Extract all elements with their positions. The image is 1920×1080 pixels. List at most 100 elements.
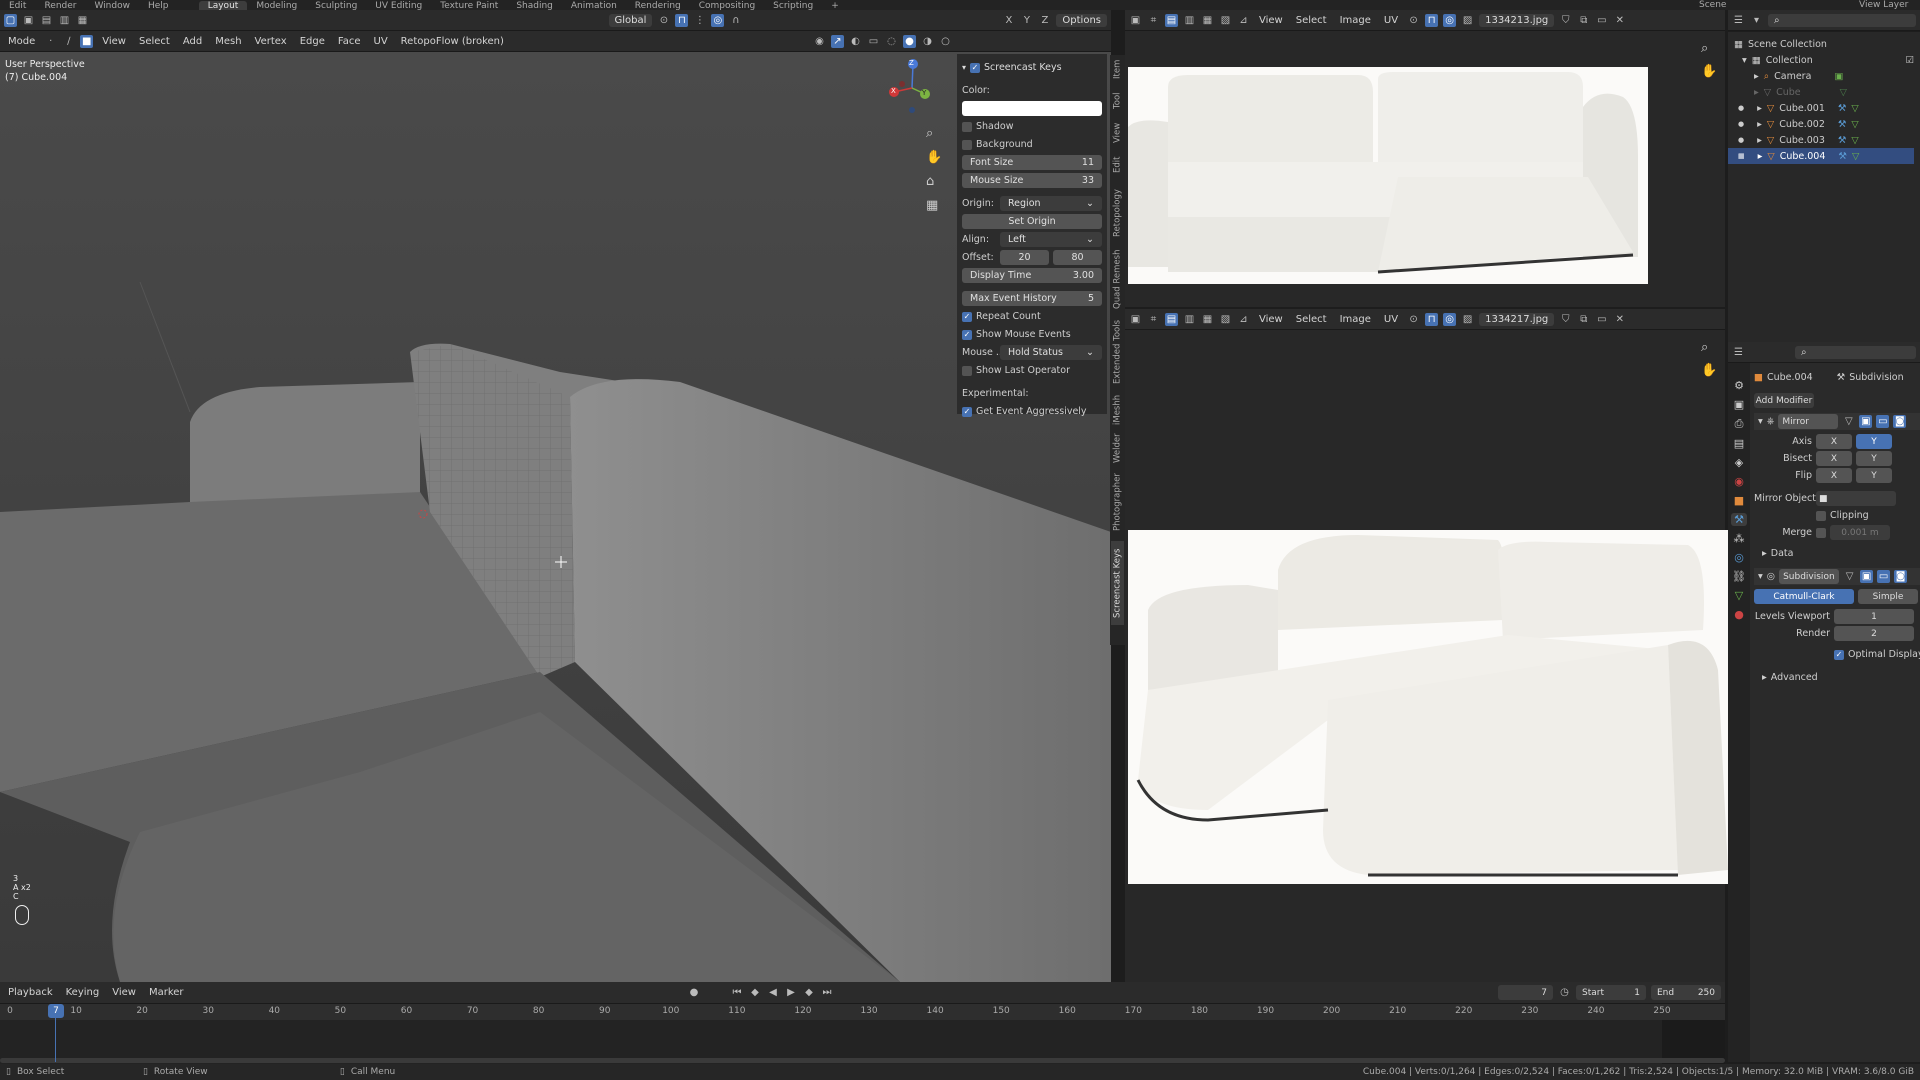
show-mouse-events-checkbox[interactable]: ✓ [962,329,972,340]
proportional-edit-icon[interactable]: ◎ [1443,312,1457,326]
new-image-icon[interactable]: ⧉ [1577,14,1590,27]
solid-shading-icon[interactable]: ● [903,34,916,48]
record-icon[interactable]: ● [688,986,701,999]
screencast-enable-checkbox[interactable]: ✓ [970,62,981,73]
playhead[interactable]: 7 [48,1004,64,1018]
pivot-icon[interactable]: ⊙ [1407,14,1420,27]
outliner-search-input[interactable]: ⌕ [1768,13,1916,27]
image-editor-bottom[interactable]: ⌕ ✋ [1125,330,1730,982]
pivot-icon[interactable]: ⊙ [657,14,670,27]
tab-item[interactable]: Item [1111,55,1124,83]
uv-sync-icon[interactable]: ▤ [1165,312,1178,326]
color-swatch[interactable] [962,101,1102,116]
select-extend-icon[interactable]: ▣ [22,14,35,27]
scene-tab-icon[interactable]: ◈ [1735,456,1743,469]
outliner-item-cube-001[interactable]: ● ▸ ▽ Cube.001 ⚒ ▽ [1734,100,1914,116]
zoom-icon[interactable]: ⌕ [1701,340,1717,355]
menu-add[interactable]: Add [179,36,206,47]
output-tab-icon[interactable]: ⎙ [1735,417,1744,431]
tab-edit[interactable]: Edit [1111,151,1124,179]
world-tab-icon[interactable]: ◉ [1734,475,1744,488]
menu-image[interactable]: Image [1336,314,1375,325]
proportional-edit-icon[interactable]: ◎ [711,13,725,27]
snap-icon[interactable]: ⊓ [1425,312,1439,326]
mouse-size-field[interactable]: Mouse Size 33 [962,173,1102,188]
advanced-subpanel-label[interactable]: Advanced [1771,672,1818,683]
sticky-select-icon[interactable]: ⊿ [1237,14,1250,27]
menu-view[interactable]: View [1255,15,1287,26]
outliner-collection[interactable]: ▾ ▦ Collection ☑ [1734,52,1914,68]
next-keyframe-icon[interactable]: ◆ [803,986,816,999]
uv-edge-icon[interactable]: ▦ [1201,313,1214,326]
select-invert-icon[interactable]: ▥ [58,14,71,27]
menu-uv[interactable]: UV [1380,314,1402,325]
pan-hand-icon[interactable]: ✋ [1701,363,1717,378]
object-tab-icon[interactable]: ■ [1734,494,1744,507]
workspace-tab-scripting[interactable]: Scripting [764,1,822,10]
data-tab-icon[interactable]: ▽ [1735,589,1743,602]
rendered-shading-icon[interactable]: ○ [939,35,952,48]
mirror-x-toggle[interactable]: X [1002,14,1015,27]
offset-x-field[interactable]: 20 [1000,250,1049,265]
menu-view[interactable]: View [108,987,140,998]
workspace-tab-compositing[interactable]: Compositing [690,1,764,10]
scene-selector[interactable]: Scene [1690,0,1735,10]
mode-selector[interactable]: Mode [4,36,39,47]
flip-x-toggle[interactable]: X [1816,468,1852,483]
menu-select[interactable]: Select [1292,314,1331,325]
view-layer-tab-icon[interactable]: ▤ [1734,437,1744,450]
xray-toggle-icon[interactable]: ▭ [867,35,880,48]
workspace-tab-rendering[interactable]: Rendering [626,1,690,10]
outliner-item-cube-003[interactable]: ● ▸ ▽ Cube.003 ⚒ ▽ [1734,132,1914,148]
open-image-icon[interactable]: ▭ [1595,14,1608,27]
snap-target-icon[interactable]: ⋮ [693,14,706,27]
retopoflow-menu[interactable]: RetopoFlow (broken) [397,36,508,47]
bisect-y-toggle[interactable]: Y [1856,451,1892,466]
editor-type-icon[interactable]: ☰ [1732,346,1745,359]
workspace-tab-animation[interactable]: Animation [562,1,626,10]
offset-y-field[interactable]: 80 [1053,250,1102,265]
edit-mode-toggle-icon[interactable]: ▽ [1842,415,1855,428]
uv-sync-icon[interactable]: ▤ [1165,13,1178,27]
clock-icon[interactable]: ◷ [1558,986,1571,999]
menu-render[interactable]: Render [35,1,85,10]
filter-display-icon[interactable]: ▾ [1750,14,1763,27]
render-tab-icon[interactable]: ▣ [1734,398,1744,411]
origin-dropdown[interactable]: Region ⌄ [1000,196,1102,211]
font-size-field[interactable]: Font Size 11 [962,155,1102,170]
image-editor-top[interactable]: ⌕ ✋ [1125,31,1725,307]
chevron-down-icon[interactable]: ▾ [1758,571,1763,582]
align-dropdown[interactable]: Left ⌄ [1000,232,1102,247]
menu-uv[interactable]: UV [370,36,392,47]
optimal-display-checkbox[interactable]: ✓ [1834,649,1844,660]
workspace-tab-layout[interactable]: Layout [198,1,248,10]
start-frame-field[interactable]: Start 1 [1576,985,1646,1000]
menu-view[interactable]: View [1255,314,1287,325]
uv-edge-icon[interactable]: ▦ [1201,14,1214,27]
play-icon[interactable]: ▶ [785,986,798,999]
constraints-tab-icon[interactable]: ⛓ [1732,570,1746,583]
menu-image[interactable]: Image [1336,15,1375,26]
select-intersect-icon[interactable]: ▦ [76,14,89,27]
overlay-toggle-icon[interactable]: ◐ [849,35,862,48]
menu-edge[interactable]: Edge [296,36,329,47]
menu-help[interactable]: Help [139,1,178,10]
editor-type-icon[interactable]: ☰ [1732,14,1745,27]
particles-tab-icon[interactable]: ⁂ [1734,532,1745,545]
fake-user-icon[interactable]: ⛉ [1559,14,1572,27]
menu-face[interactable]: Face [334,36,365,47]
sticky-select-icon[interactable]: ⊿ [1237,313,1250,326]
image-browse-icon[interactable]: ▨ [1461,313,1474,326]
tab-welder[interactable]: Welder [1111,431,1124,465]
outliner-item-cube[interactable]: ▸ ▽ Cube ▽ [1734,84,1914,100]
clipping-checkbox[interactable] [1816,510,1826,521]
merge-distance-field[interactable]: 0.001 m [1830,525,1890,540]
transform-orientation-dropdown[interactable]: Global [608,13,653,27]
close-icon[interactable]: ✕ [1613,14,1626,27]
tab-quad-remesh[interactable]: Quad Remesh [1111,247,1124,311]
tool-tab-icon[interactable]: ⚙ [1734,379,1744,392]
mirror-name-field[interactable]: Mirror [1778,414,1839,429]
view-mode-icon[interactable]: ⌗ [1147,313,1160,326]
uv-vertex-icon[interactable]: ▥ [1183,14,1196,27]
collapse-arrow-icon[interactable]: ▾ [962,63,966,72]
